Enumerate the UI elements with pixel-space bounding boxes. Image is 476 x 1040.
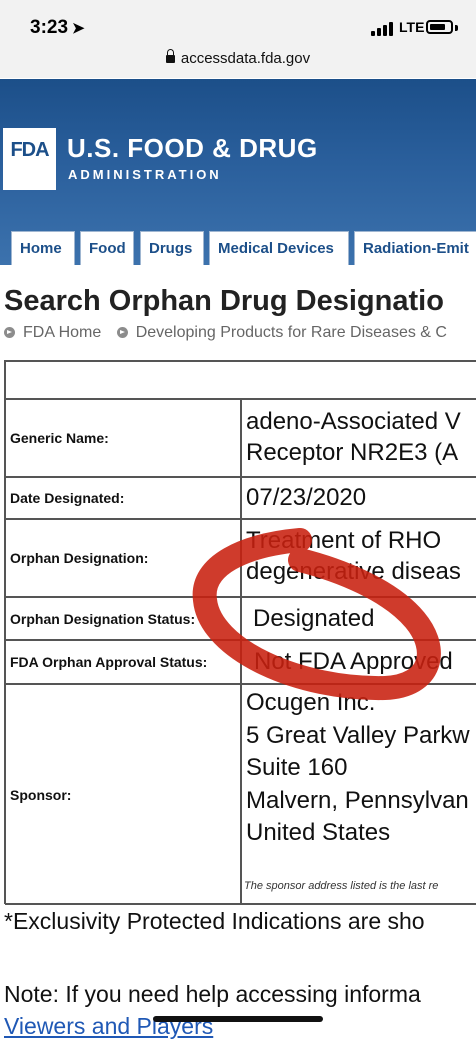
orphan-designation-value: Treatment of RHO degenerative diseas bbox=[241, 519, 476, 597]
generic-name-label: Generic Name: bbox=[5, 399, 241, 477]
network-type: LTE bbox=[399, 19, 425, 35]
help-note: Note: If you need help accessing informa bbox=[4, 981, 421, 1007]
date-designated-value: 07/23/2020 bbox=[241, 477, 476, 519]
agency-subtitle: ADMINISTRATION bbox=[68, 167, 222, 182]
designation-details-table: Generic Name: adeno-Associated V Recepto… bbox=[4, 360, 476, 905]
exclusivity-note: *Exclusivity Protected Indications are s… bbox=[4, 908, 425, 934]
designation-status-value: Designated bbox=[241, 597, 476, 640]
sponsor-line: Suite 160 bbox=[246, 754, 348, 781]
lock-icon bbox=[165, 49, 175, 63]
nav-tab-radiation-emitting[interactable]: Radiation-Emit bbox=[354, 231, 476, 265]
address-bar[interactable]: accessdata.fda.gov bbox=[0, 49, 476, 67]
date-designated-label: Date Designated: bbox=[5, 477, 241, 519]
nav-tab-food[interactable]: Food bbox=[80, 231, 134, 265]
fda-logo-text: FDA bbox=[10, 139, 49, 161]
generic-name-line: adeno-Associated V bbox=[246, 408, 461, 435]
location-arrow-icon: ➤ bbox=[72, 20, 85, 37]
breadcrumb-arrow-icon bbox=[4, 327, 15, 338]
table-header-row bbox=[5, 361, 476, 399]
sponsor-value: Ocugen Inc. 5 Great Valley Parkw Suite 1… bbox=[241, 684, 476, 905]
sponsor-address-note: The sponsor address listed is the last r… bbox=[244, 879, 439, 892]
battery-tip bbox=[455, 25, 458, 31]
status-time: 3:23 ➤ bbox=[30, 17, 85, 39]
sponsor-line: 5 Great Valley Parkw bbox=[246, 721, 470, 749]
sponsor-line: Malvern, Pennsylvan bbox=[246, 786, 469, 814]
breadcrumb-rare-diseases[interactable]: Developing Products for Rare Diseases & … bbox=[136, 324, 447, 341]
status-time-text: 3:23 bbox=[30, 17, 69, 38]
breadcrumb: FDA Home Developing Products for Rare Di… bbox=[4, 324, 458, 342]
orphan-designation-label: Orphan Designation: bbox=[5, 519, 241, 597]
ios-status-bar: 3:23 ➤ LTE accessdata.fda.gov bbox=[0, 0, 476, 78]
battery-icon bbox=[426, 20, 453, 34]
generic-name-line: Receptor NR2E3 (A bbox=[246, 439, 459, 466]
sponsor-line: United States bbox=[246, 819, 391, 846]
url-text: accessdata.fda.gov bbox=[180, 50, 311, 67]
breadcrumb-arrow-icon bbox=[116, 327, 128, 338]
page-title: Search Orphan Drug Designatio bbox=[4, 285, 444, 317]
sponsor-line: Ocugen Inc. bbox=[246, 689, 376, 716]
signal-bars-icon bbox=[371, 22, 397, 36]
nav-tab-medical-devices[interactable]: Medical Devices bbox=[209, 231, 349, 265]
sponsor-label: Sponsor: bbox=[5, 684, 241, 905]
breadcrumb-fda-home[interactable]: FDA Home bbox=[23, 324, 101, 341]
nav-tab-drugs[interactable]: Drugs bbox=[140, 231, 204, 265]
nav-tab-home[interactable]: Home bbox=[11, 231, 75, 265]
approval-status-value: Not FDA Approved bbox=[241, 640, 476, 684]
generic-name-value: adeno-Associated V Receptor NR2E3 (A bbox=[241, 399, 476, 477]
fda-logo[interactable]: FDA bbox=[3, 128, 56, 190]
agency-name: U.S. FOOD & DRUG bbox=[67, 133, 318, 163]
approval-status-label: FDA Orphan Approval Status: bbox=[5, 640, 241, 684]
home-indicator[interactable] bbox=[153, 1016, 323, 1022]
designation-line: degenerative diseas bbox=[246, 558, 461, 585]
designation-line: Treatment of RHO bbox=[246, 527, 442, 554]
designation-status-label: Orphan Designation Status: bbox=[5, 597, 241, 640]
